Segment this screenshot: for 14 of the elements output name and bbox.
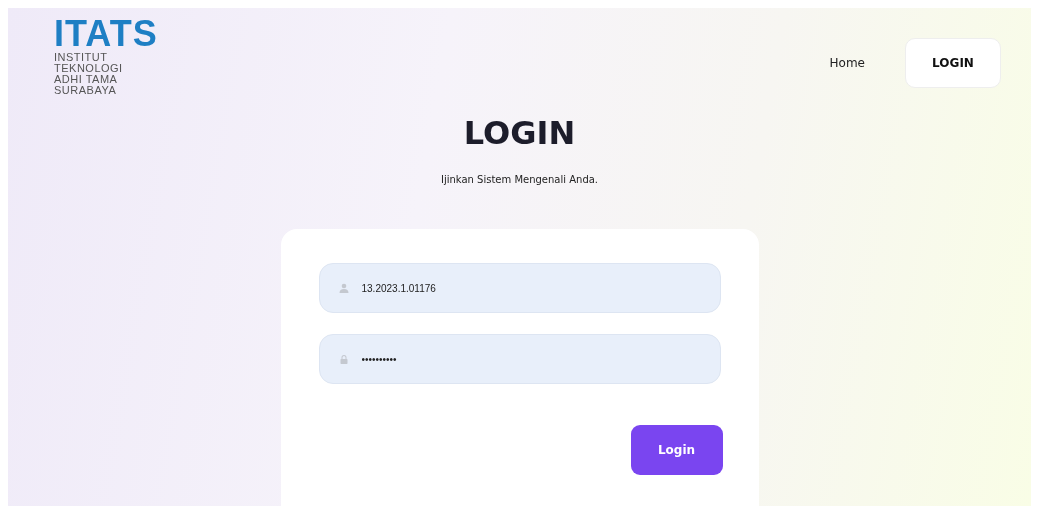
user-icon <box>338 283 349 293</box>
logo-text: TEKNOLOGI <box>54 63 124 74</box>
logo-text: SURABAYA <box>54 85 118 96</box>
password-field[interactable]: •••••••••• <box>318 334 721 384</box>
subtitle: Ijinkan Sistem Mengenali Anda. <box>440 174 599 185</box>
home-link[interactable]: Home <box>829 56 865 70</box>
logo-text: ADHI TAMA <box>54 74 119 85</box>
login-nav-button[interactable]: LOGIN <box>905 38 1001 88</box>
username-field[interactable]: 13.2023.1.01176 <box>318 263 721 313</box>
lock-icon <box>338 354 349 364</box>
logo-wordmark: ITATS <box>54 18 158 50</box>
page-title: LOGIN <box>463 114 576 152</box>
login-button[interactable]: Login <box>630 425 723 475</box>
logo-text: INSTITUT <box>54 52 109 63</box>
